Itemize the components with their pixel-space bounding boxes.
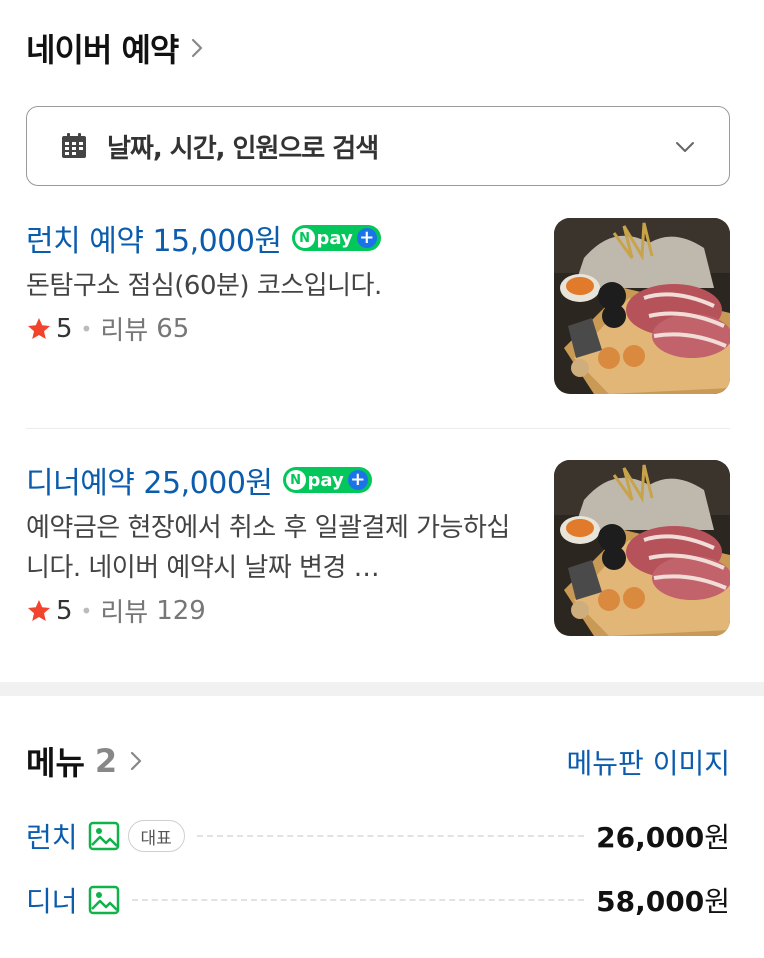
menu-header[interactable]: 메뉴 2	[26, 738, 147, 784]
representative-badge: 대표	[127, 820, 185, 852]
booking-item-thumbnail[interactable]	[554, 218, 730, 394]
price-unit: 원	[704, 821, 730, 854]
menu-item-lunch[interactable]: 런치 대표 26,000원	[26, 812, 730, 860]
image-icon[interactable]	[88, 884, 120, 916]
separator-dot: •	[80, 598, 93, 623]
rating-value: 5	[56, 313, 73, 344]
star-icon	[28, 317, 50, 339]
booking-item-lunch[interactable]: 런치 예약 15,000원 N pay + 돈탐구소 점심(60분) 코스입니다…	[26, 216, 730, 428]
npay-n-icon: N	[294, 228, 315, 248]
menu-item-price: 26,000원	[596, 816, 730, 856]
date-time-people-search[interactable]: 날짜, 시간, 인원으로 검색	[26, 106, 730, 186]
menu-item-price: 58,000원	[596, 880, 730, 920]
review-count: 129	[156, 595, 206, 626]
menu-title: 메뉴	[26, 744, 85, 782]
booking-item-title[interactable]: 런치 예약 15,000원	[26, 216, 282, 260]
menu-image-link[interactable]: 메뉴판 이미지	[567, 742, 730, 782]
review-count: 65	[156, 313, 190, 344]
section-divider	[0, 682, 764, 696]
menu-item-name[interactable]: 디너	[26, 880, 78, 920]
booking-item-dinner[interactable]: 디너예약 25,000원 N pay + 예약금은 현장에서 취소 후 일괄결제…	[26, 458, 730, 638]
npay-n-icon: N	[285, 470, 306, 490]
booking-item-title[interactable]: 디너예약 25,000원	[26, 458, 273, 502]
naver-reservation-header[interactable]: 네이버 예약	[26, 26, 208, 70]
list-divider	[26, 428, 730, 429]
menu-count: 2	[94, 742, 118, 780]
booking-item-description: 예약금은 현장에서 취소 후 일괄결제 가능하십니다. 네이버 예약시 날짜 변…	[26, 513, 510, 583]
chevron-right-icon	[192, 38, 203, 58]
section-title: 네이버 예약	[26, 31, 179, 69]
dotted-leader	[196, 835, 585, 837]
star-icon	[28, 599, 50, 621]
price-value: 26,000	[596, 821, 705, 854]
npay-label: pay	[316, 227, 353, 249]
review-label: 리뷰	[100, 598, 149, 628]
plus-icon: +	[356, 228, 377, 248]
price-value: 58,000	[596, 885, 705, 918]
chevron-down-icon	[676, 142, 694, 152]
menu-item-name[interactable]: 런치	[26, 816, 78, 856]
booking-item-description: 돈탐구소 점심(60분) 코스입니다.	[26, 271, 382, 301]
price-unit: 원	[704, 885, 730, 918]
review-label: 리뷰	[100, 316, 149, 346]
calendar-icon	[62, 133, 86, 158]
chevron-right-icon	[131, 751, 142, 771]
image-icon[interactable]	[88, 820, 120, 852]
dotted-leader	[131, 899, 585, 901]
menu-item-dinner[interactable]: 디너 58,000원	[26, 876, 730, 924]
npay-badge: N pay +	[291, 225, 381, 251]
rating-value: 5	[56, 595, 73, 626]
booking-item-thumbnail[interactable]	[554, 460, 730, 636]
search-label: 날짜, 시간, 인원으로 검색	[107, 133, 379, 164]
npay-label: pay	[307, 469, 344, 491]
npay-badge: N pay +	[282, 467, 372, 493]
plus-icon: +	[347, 470, 368, 490]
separator-dot: •	[80, 316, 93, 341]
